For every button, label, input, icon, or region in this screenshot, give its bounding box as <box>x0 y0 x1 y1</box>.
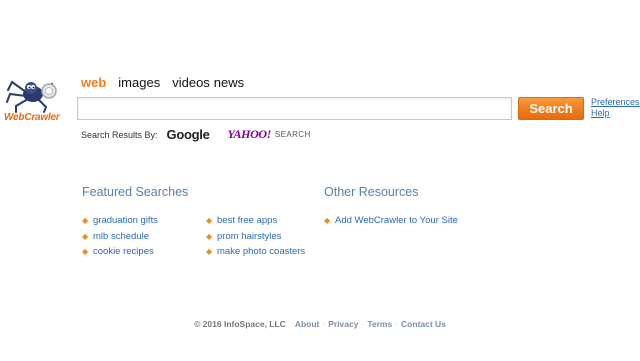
bullet-icon: ◆ <box>206 247 213 256</box>
bullet-icon: ◆ <box>206 231 213 241</box>
featured-list-col2: ◆ best free apps ◆ prom hairstyles ◆ make p… <box>206 213 305 260</box>
yahoo-search-label: SEARCH <box>274 130 311 139</box>
search-type-tabs: web images videos news <box>81 75 256 90</box>
featured-link[interactable]: best free apps <box>217 213 277 229</box>
footer-separator: · <box>395 319 399 329</box>
list-item: ◆ mlb schedule <box>82 229 158 245</box>
logo-text: WebCrawler <box>4 112 60 123</box>
about-link[interactable]: About <box>295 319 320 329</box>
help-link[interactable]: Help <box>591 108 640 119</box>
list-item: ◆ cookie recipes <box>82 244 158 260</box>
spider-mascot-icon <box>6 80 57 113</box>
footer-separator: · <box>361 319 365 329</box>
featured-searches-title: Featured Searches <box>82 185 189 199</box>
webcrawler-logo[interactable]: WebCrawler <box>4 74 64 126</box>
featured-link[interactable]: make photo coasters <box>217 244 305 260</box>
search-button[interactable]: Search <box>518 97 584 120</box>
list-item: ◆ Add WebCrawler to Your Site <box>324 213 458 229</box>
contact-us-link[interactable]: Contact Us <box>401 319 446 329</box>
yahoo-logo: YAHOO! <box>227 127 272 141</box>
featured-link[interactable]: prom hairstyles <box>217 229 281 245</box>
add-webcrawler-link[interactable]: Add WebCrawler to Your Site <box>335 213 458 229</box>
resources-list: ◆ Add WebCrawler to Your Site <box>324 213 458 229</box>
google-logo: Google <box>166 127 210 142</box>
featured-list-col1: ◆ graduation gifts ◆ mlb schedule ◆ cookie … <box>82 213 158 260</box>
featured-link[interactable]: cookie recipes <box>93 244 154 260</box>
tab-images[interactable]: images <box>118 75 160 90</box>
tab-news[interactable]: news <box>214 75 244 90</box>
side-links: Preferences Help <box>591 97 640 119</box>
tab-web[interactable]: web <box>81 75 106 90</box>
bullet-icon: ◆ <box>324 216 331 225</box>
bullet-icon: ◆ <box>206 216 213 225</box>
terms-link[interactable]: Terms <box>367 319 392 329</box>
list-item: ◆ graduation gifts <box>82 213 158 229</box>
privacy-link[interactable]: Privacy <box>328 319 358 329</box>
list-item: ◆ make photo coasters <box>206 244 305 260</box>
footer: © 2016 InfoSpace, LLC About · Privacy · … <box>0 319 640 329</box>
tab-videos[interactable]: videos <box>172 75 210 90</box>
results-by-label: Search Results By: <box>81 129 158 140</box>
footer-separator: · <box>322 319 326 329</box>
results-provider-bar: Search Results By: Google YAHOO! SEARCH <box>81 127 311 142</box>
featured-link[interactable]: mlb schedule <box>93 229 149 245</box>
copyright-text: © 2016 InfoSpace, LLC <box>194 319 286 329</box>
bullet-icon: ◆ <box>82 231 89 241</box>
preferences-link[interactable]: Preferences <box>591 97 640 108</box>
other-resources-title: Other Resources <box>324 185 419 199</box>
list-item: ◆ prom hairstyles <box>206 229 305 245</box>
search-input[interactable] <box>77 97 512 120</box>
bullet-icon: ◆ <box>82 216 89 225</box>
featured-link[interactable]: graduation gifts <box>93 213 158 229</box>
list-item: ◆ best free apps <box>206 213 305 229</box>
bullet-icon: ◆ <box>82 247 89 256</box>
yahoo-search-logo: YAHOO! SEARCH <box>228 127 311 142</box>
